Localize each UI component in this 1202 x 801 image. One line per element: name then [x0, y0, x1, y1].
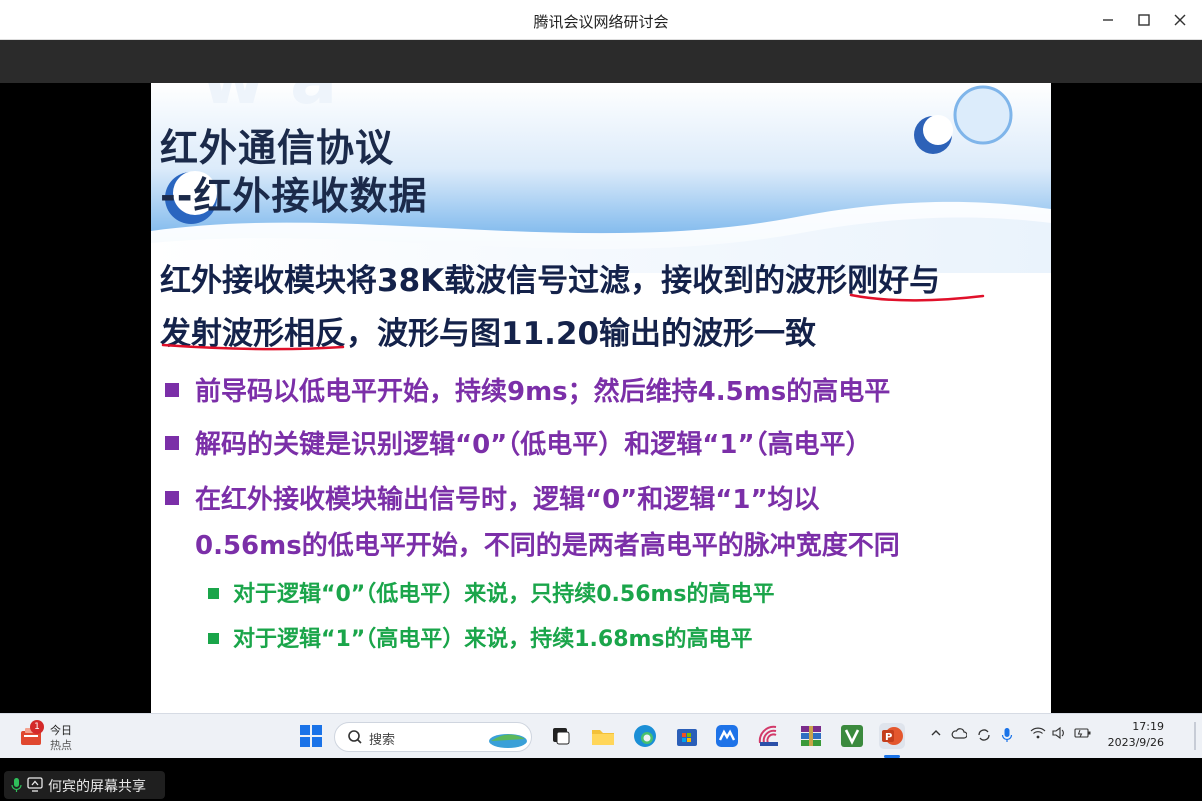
- wifi-icon: [1030, 727, 1046, 739]
- news-label-line2: 热点: [50, 739, 72, 752]
- task-view-icon: [553, 728, 570, 745]
- microphone-icon: [11, 778, 22, 792]
- close-button[interactable]: [1162, 4, 1198, 36]
- search-highlight-icon: [489, 734, 527, 748]
- powerpoint-button[interactable]: P: [879, 723, 905, 749]
- screen-share-indicator[interactable]: 何宾的屏幕共享: [4, 771, 165, 799]
- chevron-up-icon: [931, 730, 941, 736]
- windows-start-icon: [300, 725, 322, 747]
- microsoft-store-button[interactable]: [674, 723, 700, 749]
- square-bullet-icon: [165, 383, 179, 397]
- wireless-app-icon: [758, 725, 778, 746]
- screen-share-icon: [27, 777, 43, 792]
- screen-share-label: 何宾的屏幕共享: [48, 779, 146, 795]
- tencent-meeting-icon: [716, 725, 738, 747]
- cloud-icon: [951, 728, 968, 739]
- winrar-button[interactable]: [798, 723, 824, 749]
- vivado-icon: [841, 725, 863, 747]
- network-tray[interactable]: [1030, 727, 1046, 743]
- news-widget[interactable]: 1 今日 热点: [18, 720, 88, 754]
- battery-tray[interactable]: [1074, 727, 1092, 743]
- title-bar: 腾讯会议网络研讨会: [0, 0, 1202, 40]
- screen-share-bar: 何宾的屏幕共享: [0, 758, 1202, 801]
- svg-text:w a: w a: [201, 83, 337, 120]
- clock-time: 17:19: [1132, 720, 1164, 733]
- onedrive-tray[interactable]: [951, 727, 968, 743]
- maximize-icon: [1138, 14, 1150, 26]
- bullet-text: 前导码以低电平开始，持续9ms；然后维持4.5ms的高电平: [195, 377, 891, 407]
- edge-browser-button[interactable]: [632, 723, 658, 749]
- window-title: 腾讯会议网络研讨会: [533, 13, 669, 31]
- search-label: 搜索: [369, 733, 396, 748]
- windows-taskbar: 1 今日 热点 搜索 P 17:19 2023/9/26: [0, 713, 1202, 758]
- volume-tray[interactable]: [1052, 726, 1068, 743]
- slide-title-line1: 红外通信协议: [160, 126, 395, 170]
- edge-icon: [634, 725, 656, 747]
- speaker-icon: [1052, 726, 1064, 740]
- bullet-item: 在红外接收模块输出信号时，逻辑“0”和逻辑“1”均以: [165, 479, 820, 516]
- sub-bullet-text: 对于逻辑“1”（高电平）来说，持续1.68ms的高电平: [233, 627, 753, 652]
- svg-text:P: P: [885, 732, 892, 743]
- bullet-text: 在红外接收模块输出信号时，逻辑“0”和逻辑“1”均以: [195, 485, 820, 515]
- show-desktop-button[interactable]: [1194, 722, 1196, 750]
- powerpoint-icon: P: [882, 727, 903, 745]
- file-explorer-button[interactable]: [590, 723, 616, 749]
- sync-icon: [978, 729, 990, 741]
- bullet-text: 解码的关键是识别逻辑“0”（低电平）和逻辑“1”（高电平）: [195, 430, 872, 460]
- search-icon: [348, 730, 362, 744]
- app-button-rf[interactable]: [756, 723, 782, 749]
- meeting-toolbar-area: [0, 40, 1202, 83]
- notification-badge: 1: [30, 720, 44, 734]
- bullet-item: 前导码以低电平开始，持续9ms；然后维持4.5ms的高电平: [165, 371, 890, 408]
- bullet-text-continued: 0.56ms的低电平开始，不同的是两者高电平的脉冲宽度不同: [195, 531, 900, 561]
- bullet-item: 解码的关键是识别逻辑“0”（低电平）和逻辑“1”（高电平）: [165, 424, 872, 461]
- close-icon: [1174, 14, 1186, 26]
- square-bullet-icon: [208, 633, 219, 644]
- sub-bullet-item: 对于逻辑“1”（高电平）来说，持续1.68ms的高电平: [208, 621, 753, 653]
- store-icon: [677, 729, 697, 746]
- sub-bullet-text: 对于逻辑“0”（低电平）来说，只持续0.56ms的高电平: [233, 582, 775, 607]
- square-bullet-icon: [165, 436, 179, 450]
- slide-paragraph-line2: 发射波形相反，波形与图11.20输出的波形一致: [160, 316, 817, 352]
- square-bullet-icon: [165, 491, 179, 505]
- task-view-button[interactable]: [548, 723, 574, 749]
- minimize-button[interactable]: [1090, 4, 1126, 36]
- show-hidden-icons-button[interactable]: [930, 727, 942, 743]
- taskbar-search-box[interactable]: 搜索: [334, 722, 532, 752]
- folder-icon: [592, 730, 614, 745]
- sub-bullet-item: 对于逻辑“0”（低电平）来说，只持续0.56ms的高电平: [208, 576, 775, 608]
- vivado-button[interactable]: [839, 723, 865, 749]
- slide-title-line2: --红外接收数据: [160, 174, 428, 218]
- news-label-line1: 今日: [50, 724, 72, 737]
- maximize-button[interactable]: [1126, 4, 1162, 36]
- microphone-icon: [1001, 728, 1013, 742]
- start-button[interactable]: [298, 723, 324, 749]
- meeting-window: 腾讯会议网络研讨会 红外通信协议 --红外接收数据 红外接收模块将38K载波信号…: [0, 0, 1202, 801]
- minimize-icon: [1103, 19, 1113, 21]
- square-bullet-icon: [208, 588, 219, 599]
- clock-date: 2023/9/26: [1107, 736, 1164, 749]
- system-clock[interactable]: 17:19 2023/9/26: [1098, 719, 1164, 751]
- slide-paragraph-line1: 红外接收模块将38K载波信号过滤，接收到的波形刚好与: [160, 263, 941, 299]
- battery-icon: [1074, 728, 1091, 738]
- shared-slide: w a 红外通信协议 --红外接收数据 红外接收模块将38K载波信号过滤，接收到…: [151, 83, 1051, 713]
- archive-icon: [801, 726, 821, 746]
- sync-tray[interactable]: [976, 727, 992, 747]
- microphone-tray[interactable]: [1001, 727, 1013, 747]
- tencent-meeting-button[interactable]: [714, 723, 740, 749]
